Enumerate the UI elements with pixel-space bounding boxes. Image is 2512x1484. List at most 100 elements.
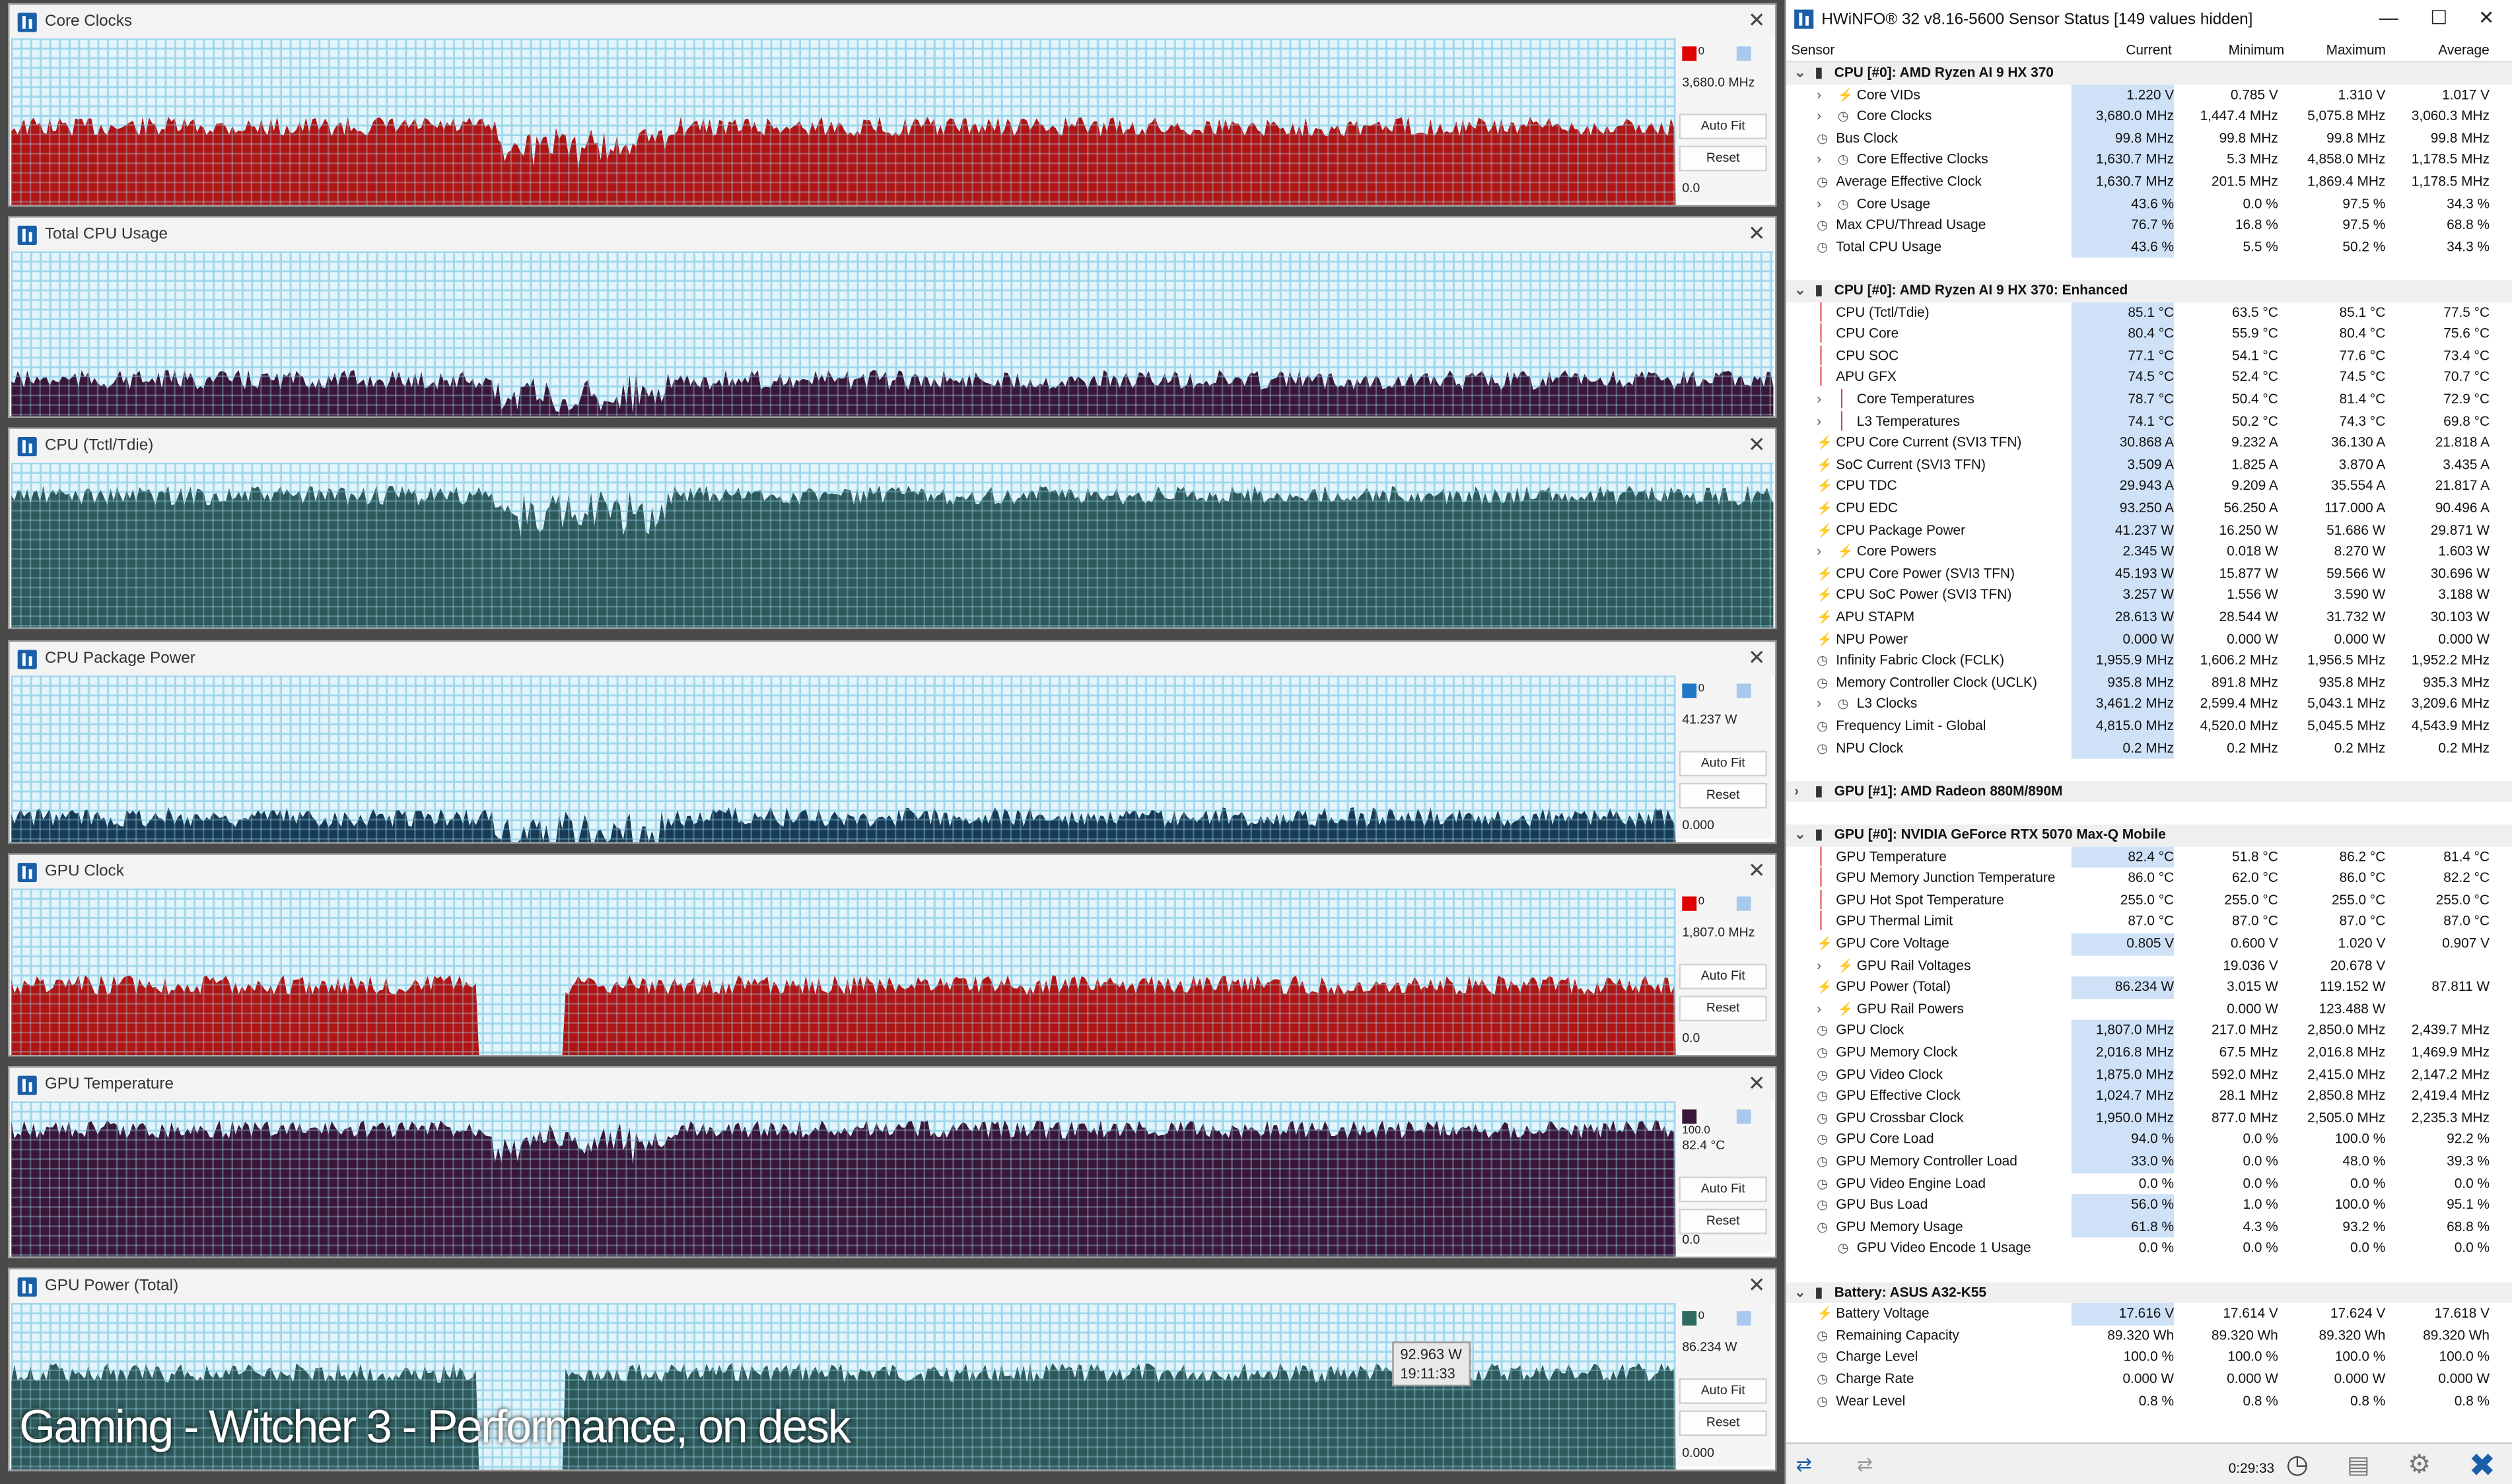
chevron-down-icon[interactable]: ⌄ xyxy=(1794,63,1805,84)
sensor-row[interactable]: ◷ GPU Core Load 94.0 % 0.0 % 100.0 % 92.2 % xyxy=(1786,1129,2512,1151)
sensor-group[interactable]: ⌄ ▮ GPU [#0]: NVIDIA GeForce RTX 5070 Max-… xyxy=(1786,824,2512,846)
graph-titlebar[interactable]: Total CPU Usage ✕ xyxy=(9,217,1776,252)
chevron-right-icon[interactable]: › xyxy=(1817,955,1821,977)
chevron-right-icon[interactable]: › xyxy=(1817,193,1821,215)
series-color-swatch[interactable] xyxy=(1682,896,1697,911)
chevron-down-icon[interactable]: ⌄ xyxy=(1794,1281,1805,1303)
minimize-icon[interactable]: — xyxy=(2379,7,2398,29)
graph-titlebar[interactable]: GPU Power (Total) ✕ xyxy=(9,1269,1776,1303)
sensor-group[interactable]: ⌄ ▮ CPU [#0]: AMD Ryzen AI 9 HX 370 xyxy=(1786,62,2512,84)
chevron-right-icon[interactable]: › xyxy=(1817,694,1821,716)
chevron-right-icon[interactable]: › xyxy=(1817,411,1821,432)
sensor-row[interactable]: ◷ GPU Bus Load 56.0 % 1.0 % 100.0 % 95.1 % xyxy=(1786,1194,2512,1217)
chevron-right-icon[interactable]: › xyxy=(1817,999,1821,1021)
sensor-row[interactable]: ◷ Charge Level 100.0 % 100.0 % 100.0 % 100.0 … xyxy=(1786,1347,2512,1368)
auto-fit-button[interactable]: Auto Fit xyxy=(1679,751,1767,777)
series-color-swatch[interactable] xyxy=(1682,1109,1697,1124)
sensor-row[interactable]: ◷ GPU Effective Clock 1,024.7 MHz 28.1 MHz 2… xyxy=(1786,1085,2512,1108)
sensor-row[interactable]: ⚡ GPU Core Voltage 0.805 V 0.600 V 1.020 V 0.… xyxy=(1786,933,2512,955)
graph-titlebar[interactable]: CPU (Tctl/Tdie) ✕ xyxy=(9,428,1776,463)
graph-titlebar[interactable]: GPU Temperature ✕ xyxy=(9,1067,1776,1102)
sensor-row[interactable]: ◷ Remaining Capacity 89.320 Wh 89.320 Wh 89.… xyxy=(1786,1325,2512,1347)
sensor-row[interactable]: ◷ GPU Video Engine Load 0.0 % 0.0 % 0.0 % 0.0… xyxy=(1786,1173,2512,1195)
close-icon[interactable]: ✕ xyxy=(1748,433,1765,456)
sensor-row[interactable]: ◷ Bus Clock 99.8 MHz 99.8 MHz 99.8 MHz 99.8 M… xyxy=(1786,127,2512,150)
chevron-down-icon[interactable]: ⌄ xyxy=(1794,825,1805,846)
sensor-row[interactable]: ⚡ CPU Core Current (SVI3 TFN) 30.868 A 9.23… xyxy=(1786,432,2512,455)
sensor-row[interactable]: ◷ GPU Memory Controller Load 33.0 % 0.0 % 48… xyxy=(1786,1151,2512,1173)
chevron-down-icon[interactable]: ⌄ xyxy=(1794,280,1805,302)
sensor-row[interactable]: › ◷ L3 Clocks 3,461.2 MHz 2,599.4 MHz 5,043.1… xyxy=(1786,693,2512,716)
sensor-row[interactable]: ◷ GPU Video Clock 1,875.0 MHz 592.0 MHz 2,41… xyxy=(1786,1063,2512,1086)
graph-titlebar[interactable]: GPU Clock ✕ xyxy=(9,854,1776,889)
sensor-row[interactable]: ◷ GPU Memory Clock 2,016.8 MHz 67.5 MHz 2,01… xyxy=(1786,1042,2512,1064)
sensor-row[interactable]: ⚡ NPU Power 0.000 W 0.000 W 0.000 W 0.000 W xyxy=(1786,628,2512,651)
close-icon[interactable]: ✕ xyxy=(1748,646,1765,669)
sensor-row[interactable]: › ◷ Core Effective Clocks 1,630.7 MHz 5.3 MH… xyxy=(1786,149,2512,172)
sensor-row[interactable]: │ CPU (Tctl/Tdie) 85.1 °C 63.5 °C 85.1 °C 77.… xyxy=(1786,302,2512,324)
report-icon[interactable]: ▤ xyxy=(2347,1450,2369,1479)
series-color-swatch[interactable] xyxy=(1682,683,1697,698)
sensor-row[interactable]: ◷ Memory Controller Clock (UCLK) 935.8 MHz… xyxy=(1786,672,2512,694)
sensor-row[interactable]: ⚡ GPU Power (Total) 86.234 W 3.015 W 119.152… xyxy=(1786,976,2512,999)
chevron-right-icon[interactable]: › xyxy=(1817,106,1821,128)
settings-icon[interactable]: ⚙ xyxy=(2408,1449,2431,1481)
chevron-right-icon[interactable]: › xyxy=(1817,84,1821,106)
sensor-row[interactable]: ⚡ SoC Current (SVI3 TFN) 3.509 A 1.825 A 3.8… xyxy=(1786,454,2512,477)
sensor-row[interactable]: ◷ GPU Crossbar Clock 1,950.0 MHz 877.0 MHz 2… xyxy=(1786,1107,2512,1130)
header-maximum[interactable]: Maximum xyxy=(2326,42,2386,57)
chevron-right-icon[interactable]: › xyxy=(1817,149,1821,171)
sensor-row[interactable]: › ⚡ Core Powers 2.345 W 0.018 W 8.270 W 1.603 … xyxy=(1786,541,2512,564)
sensor-row[interactable]: › │ L3 Temperatures 74.1 °C 50.2 °C 74.3 °C 69… xyxy=(1786,411,2512,433)
series-color-swatch[interactable] xyxy=(1682,1311,1697,1326)
graph-titlebar[interactable]: CPU Package Power ✕ xyxy=(9,642,1776,676)
sensor-row[interactable]: › │ Core Temperatures 78.7 °C 50.4 °C 81.4 °C… xyxy=(1786,389,2512,411)
sensor-row[interactable]: ◷ GPU Memory Usage 61.8 % 4.3 % 93.2 % 68.8 % xyxy=(1786,1216,2512,1238)
clock-icon[interactable]: ◷ xyxy=(2286,1449,2309,1481)
sensor-group[interactable]: ⌄ ▮ Battery: ASUS A32-K55 xyxy=(1786,1281,2512,1304)
sensor-row[interactable]: ⚡ CPU SoC Power (SVI3 TFN) 3.257 W 1.556 W 3… xyxy=(1786,585,2512,607)
sensor-row[interactable]: │ GPU Hot Spot Temperature 255.0 °C 255.0 °… xyxy=(1786,890,2512,912)
sensor-row[interactable]: › ⚡ Core VIDs 1.220 V 0.785 V 1.310 V 1.017 V xyxy=(1786,84,2512,106)
nav-back-icon[interactable]: ⇄ xyxy=(1796,1454,1812,1476)
close-icon[interactable]: ✕ xyxy=(1748,1273,1765,1297)
reset-button[interactable]: Reset xyxy=(1679,1410,1767,1436)
chevron-right-icon[interactable]: › xyxy=(1794,781,1799,803)
header-current[interactable]: Current xyxy=(2126,42,2172,57)
chevron-right-icon[interactable]: › xyxy=(1817,389,1821,411)
exit-icon[interactable]: ✖ xyxy=(2468,1446,2495,1484)
sensor-row[interactable]: ◷ Wear Level 0.8 % 0.8 % 0.8 % 0.8 % xyxy=(1786,1390,2512,1412)
close-icon[interactable]: ✕ xyxy=(1748,9,1765,32)
series-color-swatch[interactable] xyxy=(1682,46,1697,61)
close-icon[interactable]: ✕ xyxy=(1748,859,1765,882)
chevron-right-icon[interactable]: › xyxy=(1817,541,1821,563)
sensor-row[interactable]: ◷ Max CPU/Thread Usage 76.7 % 16.8 % 97.5 % 6… xyxy=(1786,215,2512,237)
sensor-row[interactable]: ⚡ CPU Core Power (SVI3 TFN) 45.193 W 15.877… xyxy=(1786,563,2512,586)
sensor-row[interactable]: ⚡ CPU EDC 93.250 A 56.250 A 117.000 A 90.496 … xyxy=(1786,498,2512,520)
reset-button[interactable]: Reset xyxy=(1679,782,1767,809)
graph-options-swatch[interactable] xyxy=(1736,1109,1751,1124)
sensor-row[interactable]: ◷ NPU Clock 0.2 MHz 0.2 MHz 0.2 MHz 0.2 MHz xyxy=(1786,737,2512,759)
sensor-row[interactable]: ◷ Frequency Limit - Global 4,815.0 MHz 4,52… xyxy=(1786,715,2512,737)
sensor-row[interactable]: › ⚡ GPU Rail Voltages 19.036 V 20.678 V xyxy=(1786,955,2512,977)
sensor-row[interactable]: │ APU GFX 74.5 °C 52.4 °C 74.5 °C 70.7 °C xyxy=(1786,367,2512,389)
graph-options-swatch[interactable] xyxy=(1736,683,1751,698)
sensor-row[interactable]: ⚡ APU STAPM 28.613 W 28.544 W 31.732 W 30.103… xyxy=(1786,607,2512,629)
graph-options-swatch[interactable] xyxy=(1736,46,1751,61)
sensor-row[interactable]: │ CPU SOC 77.1 °C 54.1 °C 77.6 °C 73.4 °C xyxy=(1786,345,2512,368)
auto-fit-button[interactable]: Auto Fit xyxy=(1679,963,1767,990)
reset-button[interactable]: Reset xyxy=(1679,1208,1767,1234)
header-minimum[interactable]: Minimum xyxy=(2229,42,2285,57)
auto-fit-button[interactable]: Auto Fit xyxy=(1679,1176,1767,1203)
sensor-row[interactable]: ◷ Infinity Fabric Clock (FCLK) 1,955.9 MHz… xyxy=(1786,650,2512,672)
sensor-group[interactable]: › ▮ GPU [#1]: AMD Radeon 880M/890M xyxy=(1786,780,2512,803)
sensor-row[interactable]: │ GPU Thermal Limit 87.0 °C 87.0 °C 87.0 °C 8… xyxy=(1786,912,2512,933)
nav-forward-icon[interactable]: ⇄ xyxy=(1857,1454,1873,1476)
graph-options-swatch[interactable] xyxy=(1736,896,1751,911)
graph-options-swatch[interactable] xyxy=(1736,1311,1751,1326)
reset-button[interactable]: Reset xyxy=(1679,995,1767,1022)
graph-titlebar[interactable]: Core Clocks ✕ xyxy=(9,5,1776,39)
reset-button[interactable]: Reset xyxy=(1679,145,1767,172)
sensor-row[interactable]: │ CPU Core 80.4 °C 55.9 °C 80.4 °C 75.6 °C xyxy=(1786,323,2512,346)
sensor-row[interactable]: › ◷ Core Usage 43.6 % 0.0 % 97.5 % 34.3 % xyxy=(1786,193,2512,215)
